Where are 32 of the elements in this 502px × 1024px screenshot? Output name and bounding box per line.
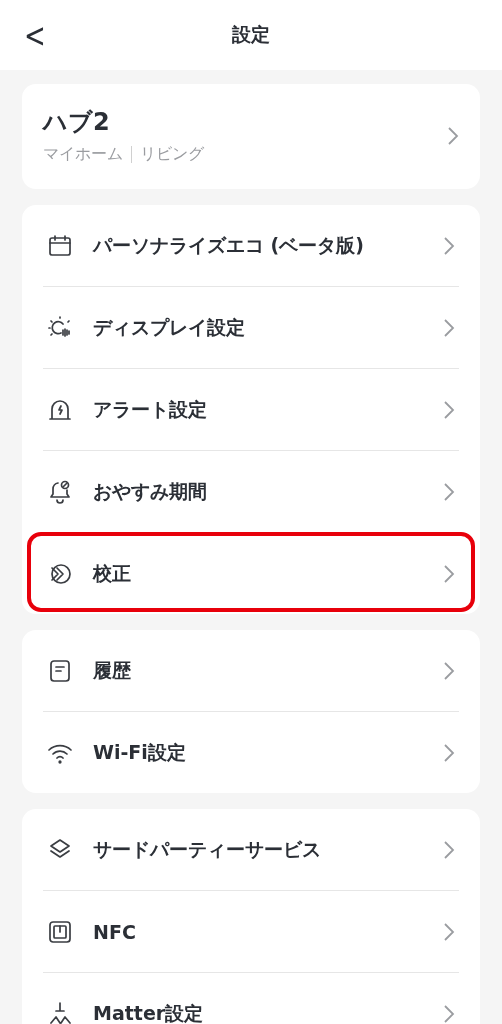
chevron-icon — [443, 1003, 455, 1024]
settings-item[interactable]: アラート設定 — [93, 396, 423, 423]
chevron-icon — [443, 563, 455, 584]
chevron-icon — [443, 481, 455, 502]
chevron-icon — [443, 660, 455, 681]
calendar-icon — [47, 232, 73, 259]
nfc-icon — [47, 918, 73, 945]
settings-item[interactable]: Matter設定 — [93, 1000, 423, 1024]
settings-item[interactable]: ディスプレイ設定 — [93, 314, 423, 341]
settings-item[interactable]: おやすみ期間 — [93, 478, 423, 505]
chevron-icon — [443, 839, 455, 860]
matter-icon — [47, 1000, 73, 1024]
page-title: 設定 — [232, 22, 270, 47]
settings-item[interactable]: 校正 — [93, 560, 423, 587]
device-card[interactable]: ハブ2 マイホーム リビング — [22, 84, 480, 189]
bell-icon — [47, 478, 73, 505]
home-name: マイホーム — [43, 144, 123, 165]
chevron-icon — [447, 125, 459, 146]
room-name: リビング — [140, 144, 204, 165]
chevron-icon — [443, 399, 455, 420]
settings-item[interactable]: 履歴 — [93, 657, 423, 684]
settings-item[interactable]: パーソナライズエコ (ベータ版) — [93, 232, 423, 259]
chevron-icon — [443, 317, 455, 338]
chevron-icon — [443, 921, 455, 942]
document-icon — [47, 657, 73, 684]
chevron-icon — [443, 742, 455, 763]
chevron-icon — [443, 235, 455, 256]
device-name: ハブ2 — [43, 107, 111, 138]
settings-item[interactable]: サードパーティーサービス — [93, 836, 423, 863]
back-button[interactable]: < — [18, 18, 52, 52]
settings-item[interactable]: NFC — [93, 920, 423, 943]
settings-item[interactable]: Wi-Fi設定 — [93, 739, 423, 766]
